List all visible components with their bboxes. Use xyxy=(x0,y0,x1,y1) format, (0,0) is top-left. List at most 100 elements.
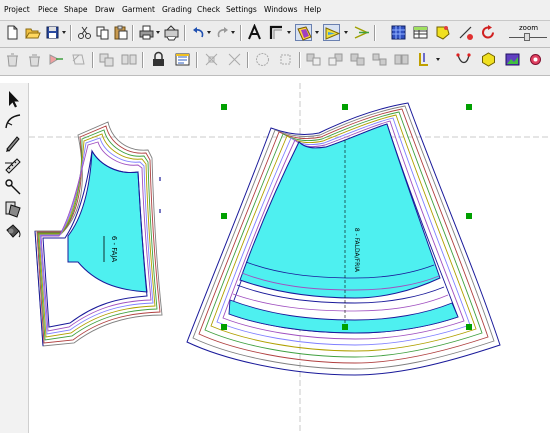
menu-draw[interactable]: Draw xyxy=(95,5,115,14)
delete-button[interactable] xyxy=(4,51,21,68)
fold-button[interactable] xyxy=(353,24,370,41)
edit-toolbar xyxy=(0,48,550,76)
selection-handle[interactable] xyxy=(221,104,227,110)
redo-button[interactable] xyxy=(214,24,231,41)
pin-tool[interactable] xyxy=(3,177,23,197)
measure-button[interactable] xyxy=(457,24,474,41)
points-alt-button[interactable] xyxy=(226,51,243,68)
undo-button[interactable] xyxy=(190,24,207,41)
notch-button[interactable] xyxy=(254,51,271,68)
select-tool[interactable] xyxy=(3,89,23,109)
grading-table-button[interactable] xyxy=(412,24,429,41)
pattern-piece-bodice[interactable]: 6 - FAJA xyxy=(34,121,163,347)
menu-settings[interactable]: Settings xyxy=(226,5,257,14)
seam-tool-button[interactable] xyxy=(416,51,433,68)
menu-garment[interactable]: Garment xyxy=(122,5,155,14)
menu-piece[interactable]: Piece xyxy=(38,5,58,14)
new-file-button[interactable] xyxy=(4,24,21,41)
scissors-icon xyxy=(78,26,91,39)
corner-icon xyxy=(269,25,282,39)
open-folder-button[interactable] xyxy=(24,24,41,41)
menu-project[interactable]: Project xyxy=(4,5,30,14)
undo-dropdown-arrow[interactable] xyxy=(207,31,211,34)
selection-handle[interactable] xyxy=(466,104,472,110)
cut-button[interactable] xyxy=(76,24,93,41)
bucket-icon xyxy=(6,224,21,238)
hexagon-icon xyxy=(482,52,495,67)
points-icon xyxy=(205,53,218,66)
bezier-pen-icon xyxy=(5,114,21,129)
hexagon-tool-button[interactable] xyxy=(480,51,497,68)
corner-tool-button[interactable] xyxy=(268,24,285,41)
ruler-icon xyxy=(5,158,21,174)
transform-icon xyxy=(72,54,85,65)
selection-handle[interactable] xyxy=(221,213,227,219)
new-file-icon xyxy=(7,25,18,40)
duplicate-button[interactable] xyxy=(98,51,115,68)
copy-button[interactable] xyxy=(94,24,111,41)
delete-all-button[interactable] xyxy=(26,51,43,68)
pen-tool[interactable] xyxy=(3,133,23,153)
text-tool-button[interactable] xyxy=(246,24,263,41)
menu-check[interactable]: Check xyxy=(197,5,220,14)
toolbar-separator xyxy=(374,25,376,41)
curve-tool-button[interactable] xyxy=(455,51,472,68)
layers-dropdown-arrow[interactable] xyxy=(315,31,319,34)
properties-button[interactable] xyxy=(174,51,191,68)
clipboard-icon xyxy=(114,25,128,40)
group-button[interactable] xyxy=(349,51,366,68)
floppy-disk-icon xyxy=(46,26,59,39)
print-button[interactable] xyxy=(138,24,155,41)
menu-grading[interactable]: Grading xyxy=(162,5,192,14)
selection-handle[interactable] xyxy=(466,324,472,330)
menu-bar: Project Piece Shape Draw Garment Grading… xyxy=(0,0,550,21)
drill-button[interactable] xyxy=(277,51,294,68)
plot-button[interactable] xyxy=(163,24,180,41)
align-button[interactable] xyxy=(393,51,410,68)
piece-label-falda: 8 - FALDA/FRIA xyxy=(353,228,360,273)
menu-windows[interactable]: Windows xyxy=(264,5,297,14)
ruler-tool[interactable] xyxy=(3,155,23,175)
toolbar-separator xyxy=(240,25,242,41)
selection-handle[interactable] xyxy=(342,104,348,110)
grid-table-button[interactable] xyxy=(390,24,407,41)
arrange-button[interactable] xyxy=(305,51,322,68)
seam-dropdown-arrow[interactable] xyxy=(436,58,440,61)
settings-tool-button[interactable] xyxy=(527,51,544,68)
toolbar-separator xyxy=(299,52,301,68)
mirror-button[interactable] xyxy=(120,51,137,68)
pin-icon xyxy=(5,179,21,195)
points-button[interactable] xyxy=(203,51,220,68)
layers-button[interactable] xyxy=(295,24,312,41)
notch-icon xyxy=(256,53,269,66)
arrange-alt-button[interactable] xyxy=(327,51,344,68)
selection-handle[interactable] xyxy=(466,213,472,219)
drawing-canvas[interactable]: 6 - FAJA 8 - FALDA/FRIA xyxy=(29,83,550,433)
paste-button[interactable] xyxy=(112,24,129,41)
fill-tool[interactable] xyxy=(3,221,23,241)
save-button[interactable] xyxy=(44,24,61,41)
corner-dropdown-arrow[interactable] xyxy=(287,31,291,34)
piece-shape-button[interactable] xyxy=(434,24,451,41)
arrow-dropdown-arrow[interactable] xyxy=(344,31,348,34)
menu-help[interactable]: Help xyxy=(304,5,321,14)
transform-button[interactable] xyxy=(70,51,87,68)
rotate-button[interactable] xyxy=(480,24,497,41)
menu-shape[interactable]: Shape xyxy=(64,5,88,14)
print-dropdown-arrow[interactable] xyxy=(156,31,160,34)
save-dropdown-arrow[interactable] xyxy=(62,31,66,34)
zoom-slider-thumb[interactable] xyxy=(524,33,530,41)
pattern-tool[interactable] xyxy=(3,199,23,219)
image-tool-button[interactable] xyxy=(504,51,521,68)
pattern-piece-skirt[interactable]: 8 - FALDA/FRIA xyxy=(186,102,501,376)
selection-handle[interactable] xyxy=(342,324,348,330)
lock-button[interactable] xyxy=(150,51,167,68)
bezier-tool[interactable] xyxy=(3,111,23,131)
measure-icon xyxy=(459,26,473,40)
redo-dropdown-arrow[interactable] xyxy=(231,31,235,34)
piece-move-button[interactable] xyxy=(48,51,65,68)
ungroup-button[interactable] xyxy=(371,51,388,68)
arrow-tool-button[interactable] xyxy=(323,24,341,41)
gear-icon xyxy=(530,54,541,65)
selection-handle[interactable] xyxy=(221,324,227,330)
